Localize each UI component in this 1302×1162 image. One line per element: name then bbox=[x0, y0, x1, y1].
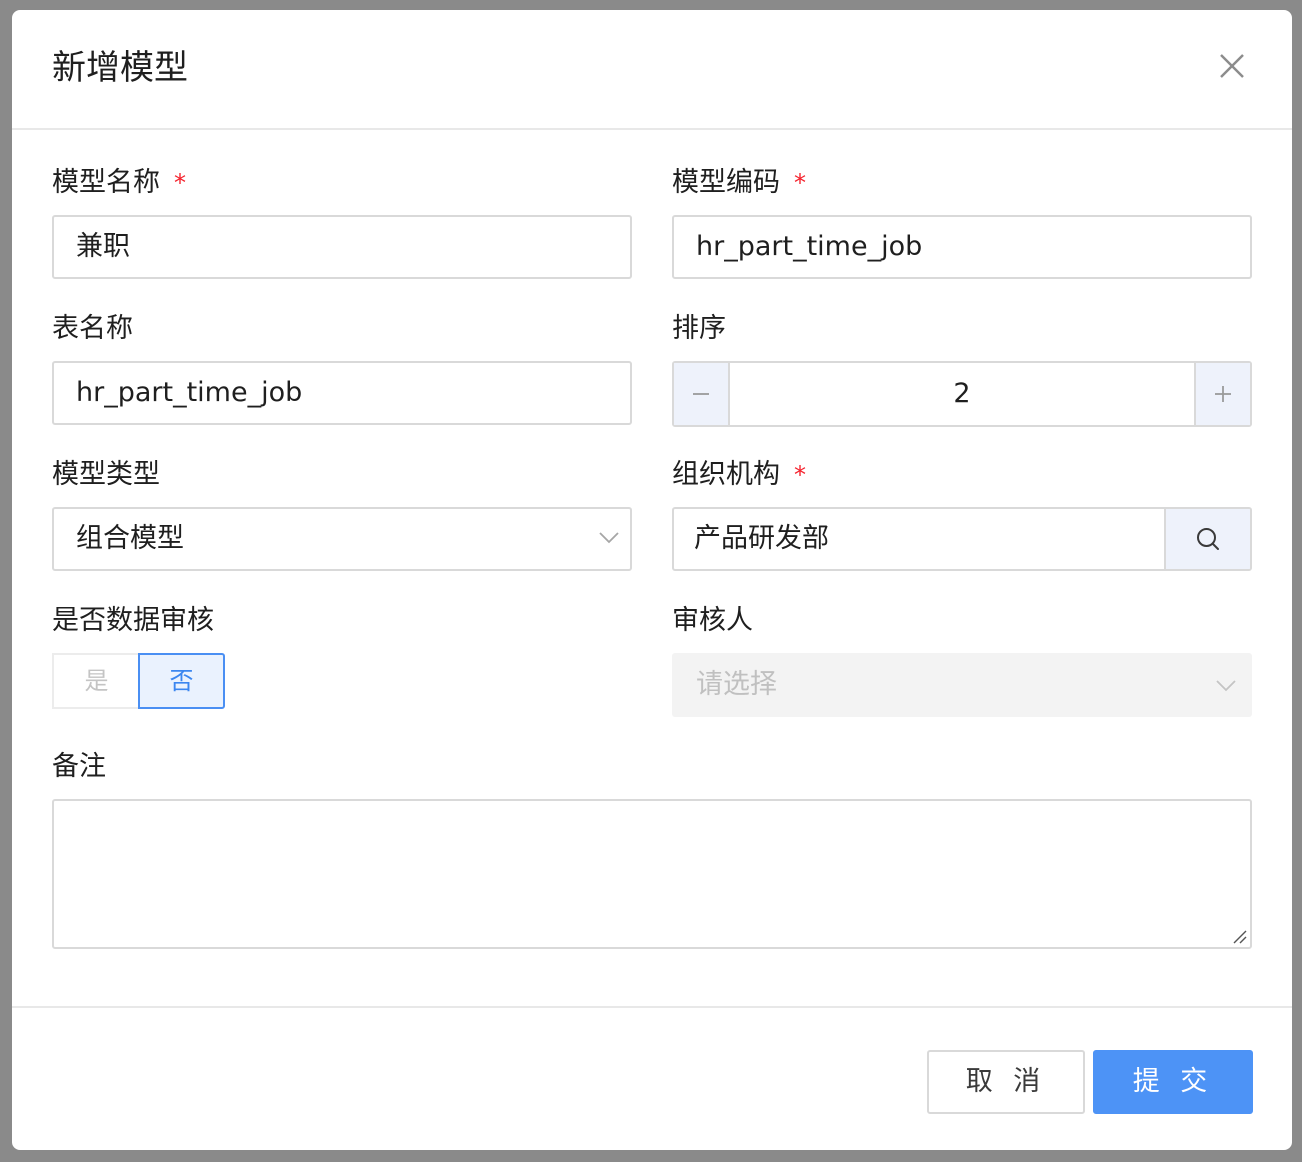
reviewer-label: 审核人 bbox=[672, 605, 753, 636]
close-icon bbox=[1220, 54, 1244, 78]
required-mark: * bbox=[174, 169, 186, 197]
sort-value-input[interactable]: 2 bbox=[730, 363, 1194, 425]
model-type-label: 模型类型 bbox=[52, 459, 160, 490]
chevron-down-icon bbox=[599, 532, 619, 544]
plus-icon bbox=[1215, 386, 1231, 402]
model-code-label-text: 模型编码 bbox=[672, 167, 780, 198]
minus-icon bbox=[693, 393, 709, 395]
model-name-label-text: 模型名称 bbox=[52, 167, 160, 198]
required-mark: * bbox=[794, 461, 806, 489]
sort-stepper: 2 bbox=[672, 361, 1252, 427]
cancel-button[interactable]: 取 消 bbox=[927, 1050, 1085, 1114]
data-review-yes-option[interactable]: 是 bbox=[52, 653, 139, 709]
model-type-select[interactable]: 组合模型 bbox=[52, 507, 632, 571]
model-code-input[interactable]: hr_part_time_job bbox=[672, 215, 1252, 279]
add-model-dialog: 新增模型 模型名称 * 兼职 模型编码 * hr_part_time_job 表名称… bbox=[12, 10, 1292, 1150]
decrement-button[interactable] bbox=[674, 363, 730, 425]
required-mark: * bbox=[794, 169, 806, 197]
organization-field[interactable]: 产品研发部 bbox=[672, 507, 1252, 571]
resize-handle-icon[interactable] bbox=[1230, 927, 1248, 945]
submit-button[interactable]: 提 交 bbox=[1093, 1050, 1253, 1114]
table-name-input[interactable]: hr_part_time_job bbox=[52, 361, 632, 425]
data-review-label: 是否数据审核 bbox=[52, 605, 214, 636]
model-name-label: 模型名称 * bbox=[52, 163, 186, 203]
organization-search-button[interactable] bbox=[1164, 509, 1250, 569]
search-icon bbox=[1197, 528, 1219, 550]
table-name-label: 表名称 bbox=[52, 313, 133, 344]
organization-label: 组织机构 * bbox=[672, 455, 806, 495]
model-name-input[interactable]: 兼职 bbox=[52, 215, 632, 279]
model-code-label: 模型编码 * bbox=[672, 163, 806, 203]
data-review-no-option[interactable]: 否 bbox=[138, 653, 225, 709]
dialog-header: 新增模型 bbox=[12, 10, 1292, 130]
organization-label-text: 组织机构 bbox=[672, 459, 780, 490]
organization-value: 产品研发部 bbox=[694, 523, 829, 554]
reviewer-select[interactable]: 请选择 bbox=[672, 653, 1252, 717]
dialog-title: 新增模型 bbox=[52, 48, 188, 88]
data-review-toggle: 是 否 bbox=[52, 653, 226, 709]
remark-textarea[interactable] bbox=[52, 799, 1252, 949]
remark-label: 备注 bbox=[52, 751, 106, 782]
close-button[interactable] bbox=[1212, 46, 1252, 86]
dialog-footer: 取 消 提 交 bbox=[12, 1006, 1292, 1150]
model-type-value: 组合模型 bbox=[76, 523, 184, 554]
chevron-down-icon bbox=[1216, 680, 1236, 692]
increment-button[interactable] bbox=[1194, 363, 1250, 425]
reviewer-placeholder: 请选择 bbox=[696, 669, 777, 700]
sort-label: 排序 bbox=[672, 313, 726, 344]
